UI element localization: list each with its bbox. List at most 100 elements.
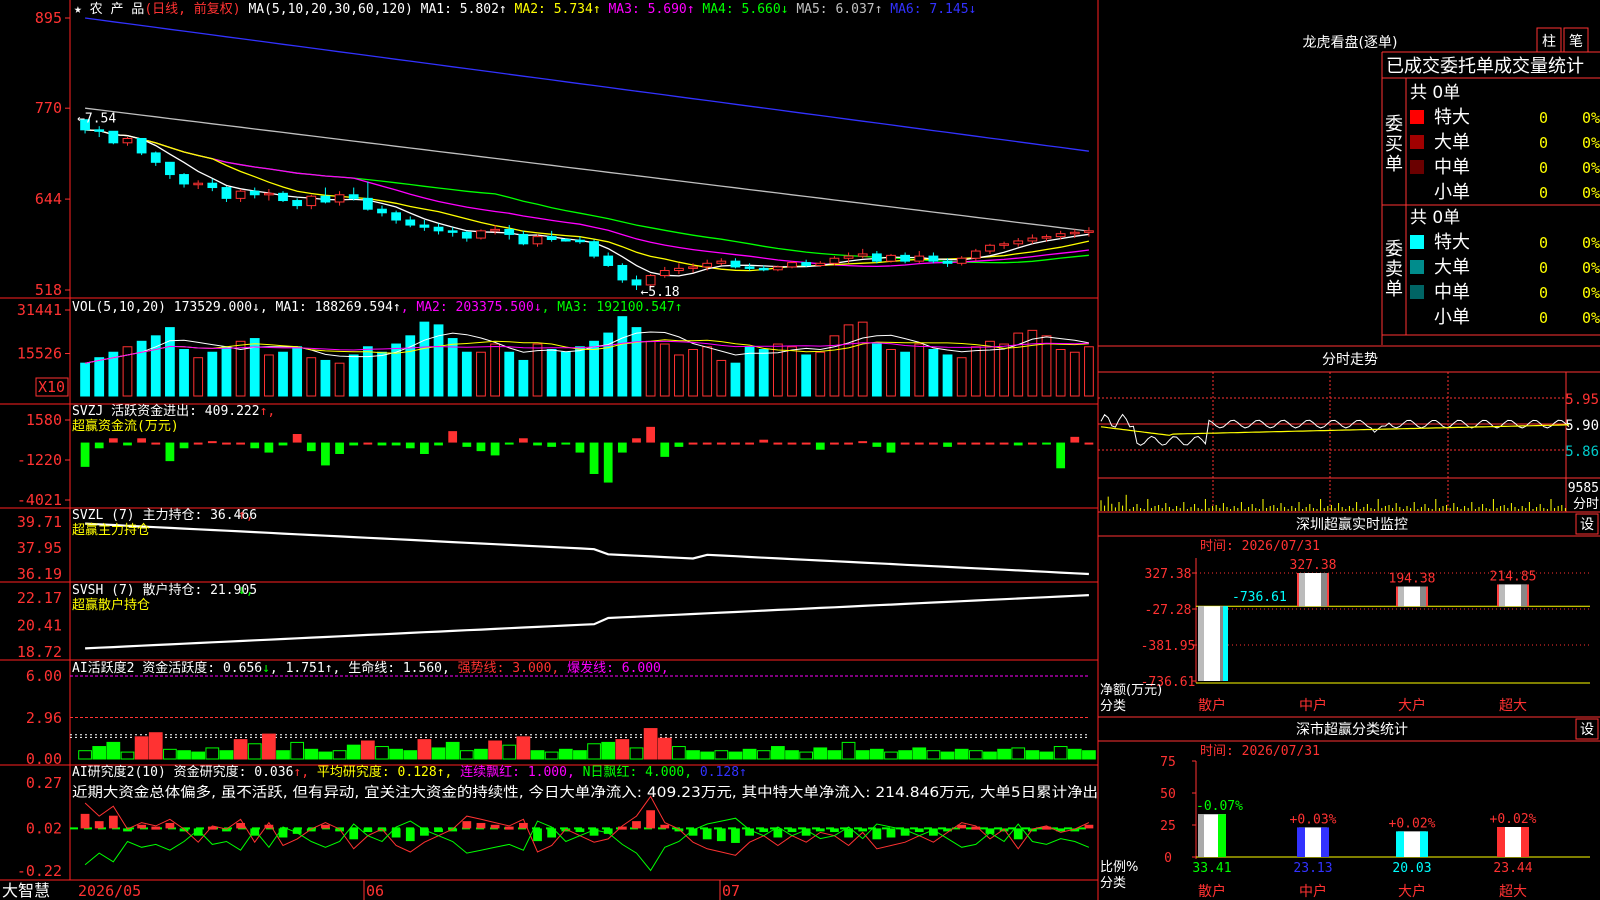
monitor-value-label: -736.61	[1232, 590, 1287, 605]
flow-bar	[801, 442, 811, 445]
flow-bar	[830, 442, 839, 445]
flow-bar	[716, 442, 726, 445]
legend-swatch	[1410, 235, 1424, 249]
volume-bar	[263, 354, 274, 397]
monitor-bar-edge	[1527, 584, 1529, 607]
volume-bar	[419, 321, 430, 397]
candle	[122, 137, 133, 144]
monitor-settings-label: 设	[1580, 517, 1594, 533]
monitor-cat-label: 中户	[1299, 697, 1327, 714]
activity-bar	[813, 747, 828, 760]
buy-row-label: 小单	[1434, 182, 1470, 203]
volume-bar	[1055, 349, 1066, 397]
research-bar	[137, 824, 147, 829]
chart-canvas[interactable]: 895 770 644 518 ←7.54 ←5.18 ★ 农 产 品(日线, 前复权) M…	[0, 0, 1600, 900]
activity-bar	[884, 751, 898, 760]
svsh-subtitle: 超赢散户持仓	[72, 597, 150, 613]
fenshi-vol-label: 分时	[1573, 497, 1599, 512]
sell-row-pct: 0%	[1582, 234, 1600, 252]
candle	[306, 195, 317, 207]
ma3-line	[85, 129, 1089, 268]
activity-bar	[1011, 747, 1026, 760]
svzl-line	[85, 522, 1089, 576]
activity-bar	[601, 741, 616, 760]
volume-bar	[970, 346, 981, 397]
candle	[801, 262, 812, 266]
activity-bar	[219, 750, 234, 760]
monitor-cat-label: 超大	[1499, 698, 1527, 714]
volume-bar	[1041, 335, 1052, 397]
candle	[362, 197, 373, 210]
flow-bar	[759, 439, 769, 443]
candle	[419, 224, 430, 228]
candle	[377, 208, 387, 214]
flow-bar	[688, 442, 698, 445]
candle	[207, 182, 218, 189]
flow-bar	[504, 442, 514, 445]
flow-bar	[264, 442, 274, 453]
flow-bar	[632, 438, 641, 443]
class-value-label: 33.41	[1192, 861, 1231, 876]
volume-bar	[348, 354, 359, 397]
y-tick-label: 895	[35, 9, 62, 27]
activity-bar	[799, 751, 814, 760]
flow-bar	[900, 442, 910, 445]
volume-bar	[716, 359, 727, 397]
volume-bar	[871, 343, 882, 397]
longhu-title: 龙虎看盘(逐单)	[1303, 34, 1398, 51]
volume-bar	[362, 346, 373, 397]
buy-label: 委	[1385, 114, 1403, 135]
monitor-bar-shade	[1499, 584, 1505, 607]
activity-bar	[827, 750, 842, 760]
flow-bar	[165, 442, 175, 462]
activity-bar	[276, 750, 290, 760]
y-tick-label: 20.41	[17, 617, 62, 635]
fenshi-y-label: 5.95	[1565, 392, 1599, 408]
candle	[490, 228, 500, 232]
flow-bar	[844, 442, 853, 445]
monitor-cat-label: 散户	[1198, 697, 1226, 714]
activity-bar	[318, 751, 333, 760]
svzl-header: SVZL (7) 主力持仓: 36.466	[72, 508, 257, 523]
activity-bar	[488, 740, 502, 760]
sell-row-pct: 0%	[1582, 309, 1600, 327]
monitor-value-label: 194.38	[1389, 572, 1436, 587]
candle	[674, 267, 684, 272]
candle	[575, 239, 585, 243]
flow-bar	[349, 442, 359, 446]
activity-bar	[530, 750, 545, 760]
flow-bar	[462, 442, 472, 447]
flow-bar	[1056, 442, 1066, 469]
monitor-bar-edge	[1497, 584, 1499, 607]
flow-bar	[476, 442, 486, 452]
ai2-note: 近期大资金总体偏多, 虽不活跃, 但有异动, 宜关注大资金的持续性, 今日大单净…	[72, 784, 1098, 801]
class-change-label: +0.03%	[1290, 812, 1337, 827]
volume-bar	[815, 351, 826, 397]
candle	[857, 253, 868, 257]
candle	[221, 187, 232, 199]
candle	[589, 241, 599, 257]
flow-bar	[518, 438, 528, 443]
class-settings-label: 设	[1580, 722, 1594, 738]
research-bar	[349, 828, 359, 840]
activity-bar	[629, 747, 644, 760]
candle	[815, 262, 826, 266]
candle	[871, 253, 882, 262]
buy-row-value: 0	[1539, 184, 1548, 202]
activity-bar	[573, 750, 587, 760]
activity-bar	[134, 736, 149, 760]
research-bar	[702, 828, 712, 840]
flow-bar	[363, 442, 373, 445]
volume-bar	[787, 346, 797, 397]
sell-label: 委	[1385, 239, 1403, 260]
y-tick-label: -4021	[17, 491, 62, 509]
flow-bar	[377, 442, 387, 446]
buy-row-label: 大单	[1434, 132, 1470, 153]
flow-bar	[872, 442, 882, 447]
candle	[476, 230, 486, 239]
y-tick-label: 2.96	[26, 709, 62, 727]
flow-bar	[533, 442, 542, 446]
candle	[235, 190, 246, 199]
candle	[278, 192, 288, 202]
buy-label: 单	[1385, 154, 1403, 175]
